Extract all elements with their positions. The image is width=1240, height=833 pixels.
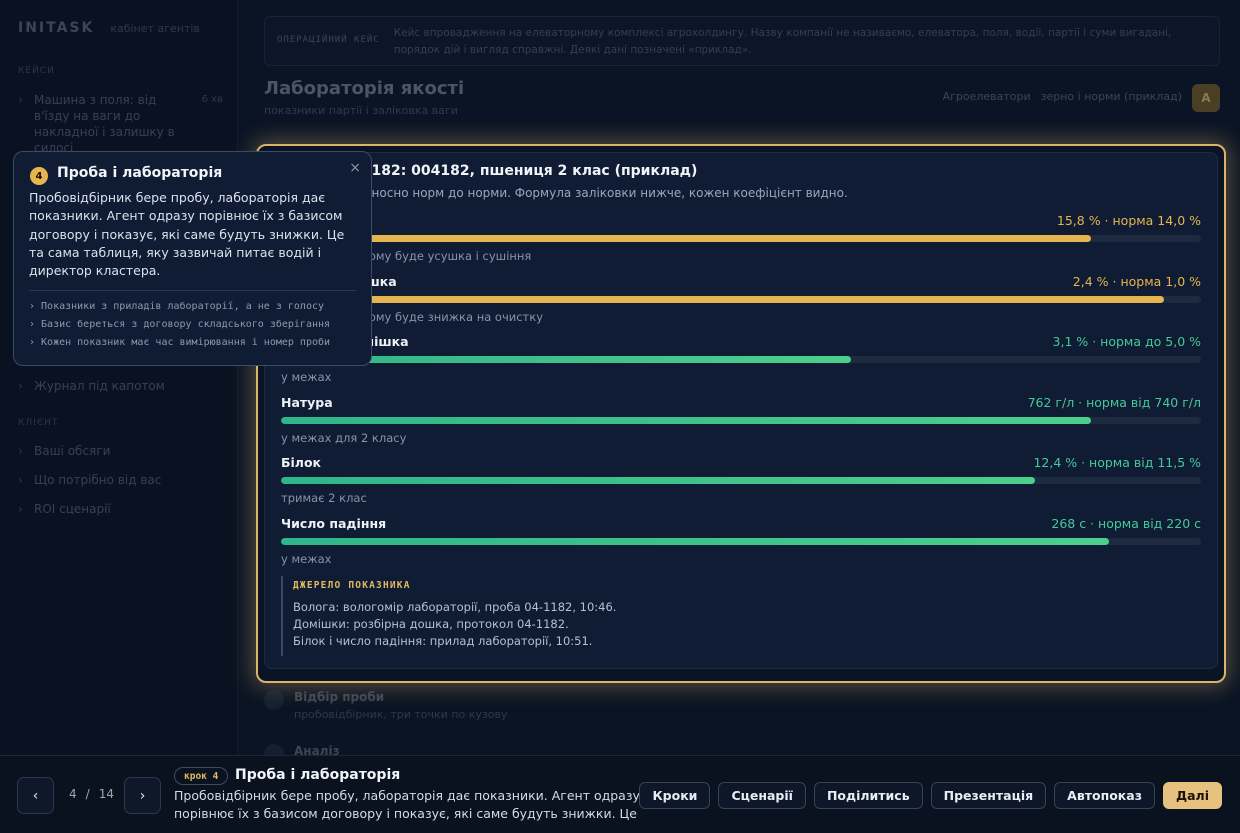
step-sampling[interactable]: Відбір проби пробовідбірник, три точки п… [264,690,507,721]
sidebar-item-label: ROI сценарії [34,502,111,516]
chevron-right-icon: › [18,93,23,107]
sidebar-item-label: Журнал під капотом [34,379,165,393]
sidebar-item-label: Машина з поля: від в'їзду на ваги до нак… [34,93,175,155]
metric-row: Число падіння 268 с · норма від 220 с у ме… [281,516,1201,574]
metric-note: тримає 2 клас [281,491,367,505]
step-description: Пробовідбірник бере пробу, лабораторія д… [174,788,640,821]
metric-bar-track [281,235,1201,242]
popover-bullet: › Показники з приладів лабораторії, а не… [29,301,325,312]
metric-name: Натура [281,394,333,410]
current-step: 4 [69,787,77,801]
metric-row: Зернова домішка3,1 % · норма до 5,0 %у м… [281,334,1201,392]
scenarios-button[interactable]: Сценарії [718,782,806,809]
sidebar-item-volumes[interactable]: › Ваші обсяги [18,443,223,459]
step-number-badge: 4 [30,167,48,185]
tour-bar: ‹ 4 / 14 › крок 4 Проба і лабораторія Пр… [0,755,1240,833]
metric-value: 2,4 % · норма 1,0 % [1072,273,1201,289]
breadcrumb-item[interactable]: Агроелеватори [943,90,1031,103]
metric-value: 268 с · норма від 220 с [1051,515,1201,531]
chevron-right-icon: › [18,444,23,458]
lab-card: Проба 04-1182: 004182, пшениця 2 клас (п… [264,152,1218,669]
popover-body: Пробовідбірник бере пробу, лабораторія д… [29,190,345,279]
metric-row: Білок 12,4 % · норма від 11,5 % тримає 2 к… [281,455,1201,513]
metric-note: у межах для 2 класу [281,430,407,445]
divider [29,290,356,291]
sidebar-item-case[interactable]: › Машина з поля: від в'їзду на ваги до н… [18,92,223,156]
breadcrumb: Агроелеватори зерно і норми (приклад) [943,90,1182,103]
metric-bar-track [281,416,1201,424]
step-counter: 4 / 14 [69,787,114,801]
sidebar-section-cases: КЕЙСИ [18,66,55,76]
breadcrumb-item[interactable]: зерно і норми (приклад) [1041,90,1182,103]
metric-value: 15,8 % · норма 14,0 % [1056,213,1201,228]
metric-bar-fill [281,295,1165,303]
metric-bar-fill [281,416,1091,424]
metric-row: Вологість15,8 % · норма 14,0 %вище норми… [281,213,1201,271]
metric-bar-fill [281,477,1036,484]
case-banner: ОПЕРАЦІЙНИЙ КЕЙС Кейс впровадження на ел… [264,16,1220,66]
share-button[interactable]: Поділитись [813,782,923,809]
sidebar-item-label: Що потрібно від вас [34,473,162,487]
step-subtitle: пробовідбірник, три точки по кузову [294,708,508,721]
metric-name: Число падіння [281,515,387,531]
sidebar-item-label: Ваші обсяги [34,444,111,458]
sidebar-item-requirements[interactable]: › Що потрібно від вас [18,472,223,488]
metric-bar-track [281,356,1201,363]
tour-actions: Кроки Сценарії Поділитись Презентація Ав… [639,782,1222,809]
source-block: ДЖЕРЕЛО ПОКАЗНИКА Волога: вологомір лабо… [281,576,841,656]
metric-bar-track [281,295,1201,303]
step-title: Відбір проби [294,690,385,704]
autoplay-button[interactable]: Автопоказ [1054,782,1155,809]
close-icon[interactable]: × [349,160,361,176]
popover-bullet: › Кожен показник має час вимірювання і н… [29,337,331,348]
popover-title: Проба і лабораторія [57,165,223,181]
popover-bullet: › Базис береться з договору складського … [29,319,331,330]
tour-popover: 4 Проба і лабораторія × Пробовідбірник б… [13,151,372,366]
case-text: Кейс впровадження на елеваторному компле… [393,27,1172,56]
next-button[interactable]: Далі [1162,782,1222,809]
total-steps: 14 [98,787,114,801]
metric-note: у межах [281,551,332,566]
brand-subtitle: кабінет агентів [110,22,200,35]
sidebar-section-client: КЛІЄНТ [18,418,59,428]
metric-bar-fill [281,235,1091,242]
case-tag: ОПЕРАЦІЙНИЙ КЕЙС [277,35,380,45]
chevron-right-icon: › [18,473,23,487]
metric-row: Натура 762 г/л · норма від 740 г/л у межах… [281,395,1201,453]
presentation-button[interactable]: Презентація [930,782,1047,809]
chevron-right-icon: › [18,502,23,516]
source-heading: ДЖЕРЕЛО ПОКАЗНИКА [293,580,411,591]
prev-step-button[interactable]: ‹ [17,777,54,814]
sidebar-item-journal[interactable]: › Журнал під капотом [18,378,223,394]
metric-value: 3,1 % · норма до 5,0 % [1052,334,1201,349]
step-chip: крок 4 [174,767,229,785]
sidebar: INITASK кабінет агентів КЕЙСИ › Машина з… [0,0,238,755]
metric-row: Смітна домішка2,4 % · норма 1,0 %вище но… [281,274,1201,332]
source-line: Волога: вологомір лабораторії, проба 04-… [293,600,617,614]
step-dot [264,690,284,710]
sidebar-item-roi[interactable]: › ROI сценарії [18,501,223,517]
metric-value: 12,4 % · норма від 11,5 % [1033,455,1201,470]
next-step-arrow-button[interactable]: › [124,777,161,814]
metric-note: у межах [281,370,332,384]
counter-separator: / [85,787,90,801]
sidebar-item-meta: 6 хв [201,94,223,105]
step-title: Проба і лабораторія [235,767,401,783]
metric-bar-track [281,537,1201,545]
steps-button[interactable]: Кроки [639,782,711,809]
metric-bar-fill [281,537,1109,545]
source-line: Білок і число падіння: прилад лабораторі… [293,634,593,648]
page-subtitle: показники партії і заліковка ваги [264,104,458,117]
source-line: Домішки: розбірна дошка, протокол 04-118… [293,617,569,631]
metric-bar-track [281,477,1201,484]
metric-name: Білок [281,455,322,470]
brand: INITASK кабінет агентів [18,20,200,36]
chevron-right-icon: › [18,379,23,393]
metric-value: 762 г/л · норма від 740 г/л [1027,394,1201,410]
brand-logo: INITASK [18,20,95,36]
avatar[interactable]: А [1192,84,1220,112]
page-title: Лабораторія якості [264,78,465,99]
